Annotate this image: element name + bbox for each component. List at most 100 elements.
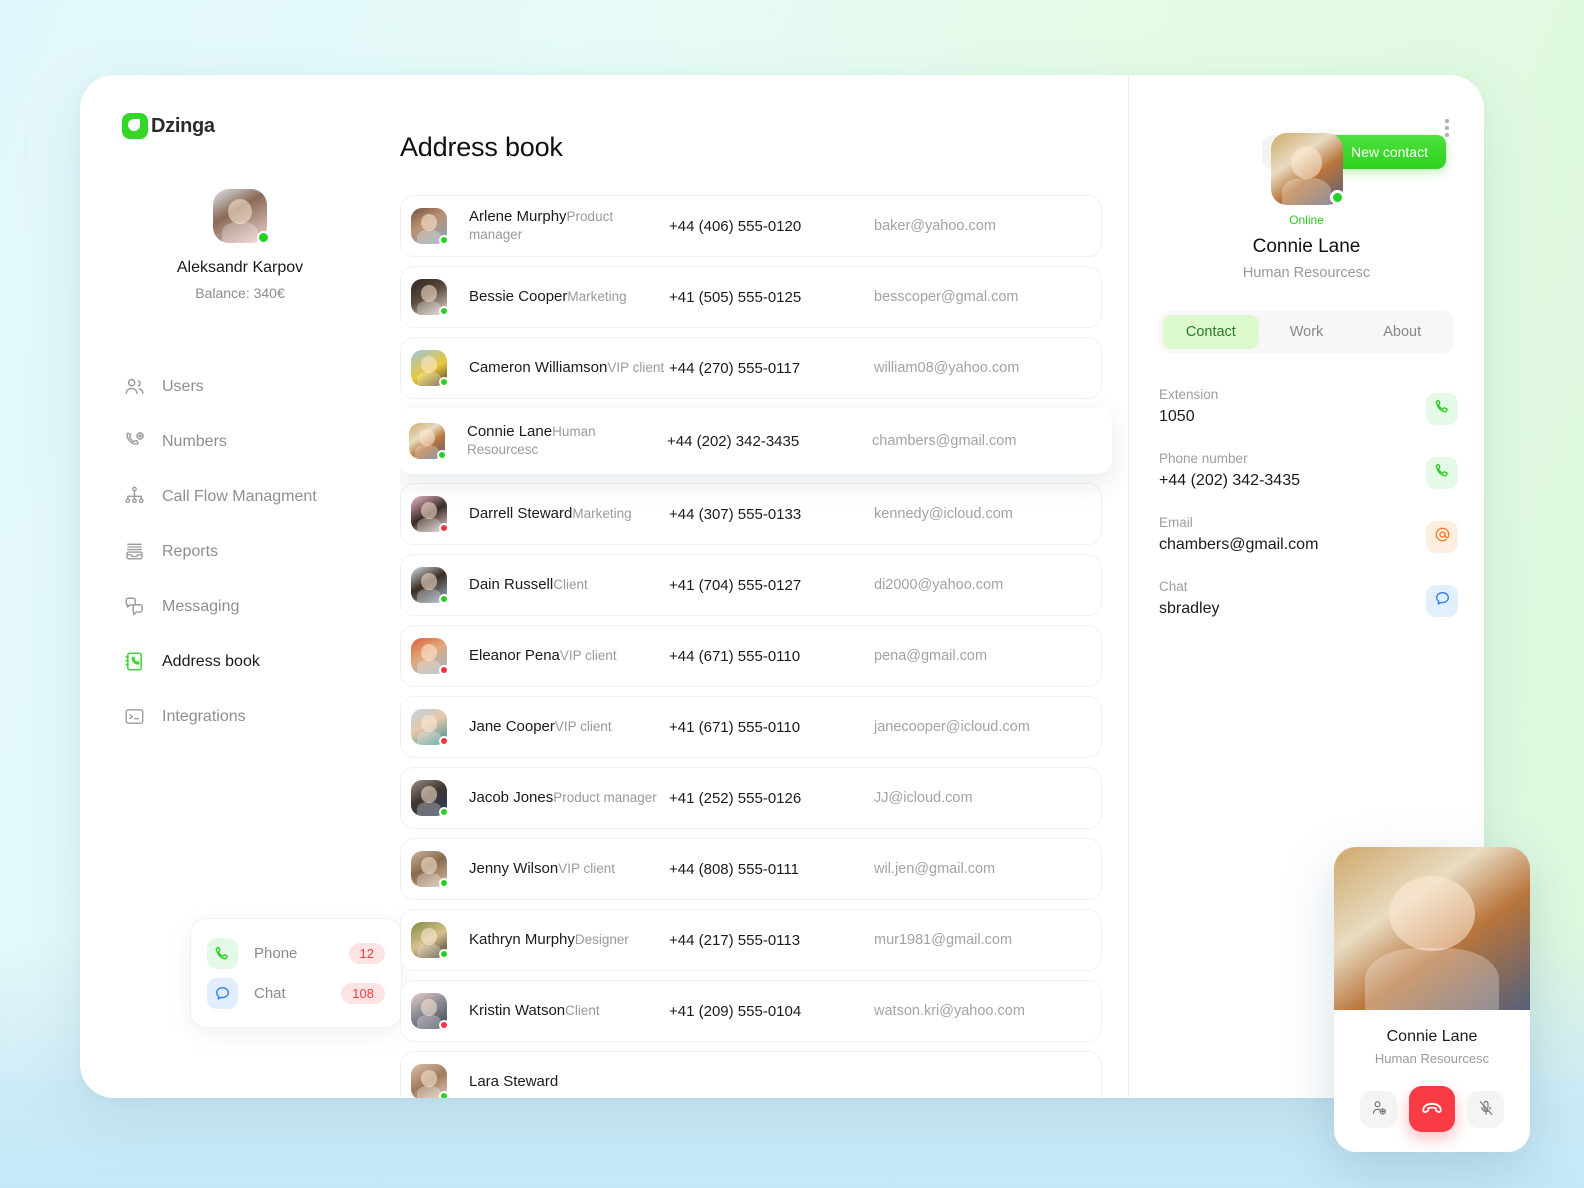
contact-role: VIP client [554, 718, 612, 734]
contact-role: Marketing [572, 505, 632, 521]
table-row[interactable]: Arlene MurphyProduct manager +44 (406) 5… [400, 195, 1102, 257]
field-chat: Chat sbradley [1159, 579, 1458, 618]
table-row[interactable]: Jenny WilsonVIP client +44 (808) 555-011… [400, 838, 1102, 900]
reports-icon [122, 540, 146, 564]
table-row[interactable]: Kristin WatsonClient +41 (209) 555-0104 … [400, 980, 1102, 1042]
contact-email: watson.kri@yahoo.com [874, 1003, 1025, 1019]
contact-name: Lara Steward [469, 1072, 559, 1090]
open-chat-button[interactable] [1426, 585, 1458, 617]
hangup-button[interactable] [1409, 1086, 1455, 1132]
table-row[interactable]: Jacob JonesProduct manager +41 (252) 555… [400, 767, 1102, 829]
table-row-selected[interactable]: Connie LaneHuman Resourcesc +44 (202) 34… [400, 408, 1112, 474]
call-extension-button[interactable] [1426, 393, 1458, 425]
hangup-icon [1420, 1096, 1444, 1123]
status-dot-online [439, 807, 449, 817]
contact-name: Cameron Williamson [469, 358, 608, 376]
caller-name: Connie Lane [1386, 1028, 1478, 1045]
sidebar-item-label: Address book [162, 652, 260, 670]
sidebar-item-label: Numbers [162, 432, 227, 450]
tab-contact[interactable]: Contact [1163, 315, 1259, 349]
app-logo[interactable]: Dzinga [80, 113, 400, 139]
contact-email: william08@yahoo.com [874, 360, 1020, 376]
contact-role: Client [565, 1002, 600, 1018]
contact-name: Dain Russell [469, 575, 554, 593]
avatar [411, 922, 449, 959]
contact-name: Eleanor Pena [469, 646, 560, 664]
contact-phone: +41 (209) 555-0104 [669, 1002, 802, 1020]
more-options-icon[interactable] [1436, 115, 1458, 141]
sidebar-item-users[interactable]: Users [80, 359, 400, 414]
quick-channel-phone[interactable]: Phone 12 [207, 933, 385, 973]
call-phone-button[interactable] [1426, 457, 1458, 489]
contact-role: Designer [574, 931, 629, 947]
contact-name: Jacob Jones [469, 788, 554, 806]
table-row[interactable]: Bessie CooperMarketing +41 (505) 555-012… [400, 266, 1102, 328]
avatar [411, 279, 449, 316]
field-email: Email chambers@gmail.com [1159, 515, 1458, 554]
status-dot-online [437, 450, 447, 460]
contact-phone: +41 (704) 555-0127 [669, 576, 802, 594]
table-row[interactable]: Dain RussellClient +41 (704) 555-0127 di… [400, 554, 1102, 616]
quick-channel-chat[interactable]: Chat 108 [207, 973, 385, 1013]
user-profile: Aleksandr Karpov Balance: 340€ [80, 189, 400, 301]
table-row[interactable]: Cameron WilliamsonVIP client +44 (270) 5… [400, 337, 1102, 399]
table-row[interactable]: Jane CooperVIP client +41 (671) 555-0110… [400, 696, 1102, 758]
field-value: chambers@gmail.com [1159, 536, 1319, 553]
contact-role: VIP client [607, 359, 665, 375]
field-label: Email [1159, 515, 1193, 530]
avatar [411, 567, 449, 604]
phone-icon [207, 937, 238, 969]
sidebar-item-address-book[interactable]: Address book [80, 634, 400, 689]
contact-phone: +44 (217) 555-0113 [669, 931, 801, 949]
table-row[interactable]: Kathryn MurphyDesigner +44 (217) 555-011… [400, 909, 1102, 971]
add-participant-button[interactable] [1360, 1090, 1397, 1128]
mute-button[interactable] [1467, 1090, 1504, 1128]
avatar [411, 350, 449, 387]
avatar[interactable] [213, 189, 270, 244]
quick-channel-label: Chat [254, 984, 286, 1002]
avatar [411, 709, 449, 746]
table-row[interactable]: Lara Steward [400, 1051, 1102, 1098]
tab-work[interactable]: Work [1259, 315, 1355, 349]
sidebar: Dzinga Aleksandr Karpov Balance: 340€ Us… [80, 75, 402, 1098]
sidebar-item-messaging[interactable]: Messaging [80, 579, 400, 634]
active-call-card: Connie Lane Human Resourcesc [1334, 847, 1530, 1152]
status-dot-online [439, 949, 449, 959]
sidebar-item-numbers[interactable]: Numbers [80, 414, 400, 469]
contact-phone: +41 (252) 555-0126 [669, 789, 802, 807]
contact-phone: +44 (671) 555-0110 [669, 647, 801, 665]
field-value: +44 (202) 342-3435 [1159, 472, 1300, 489]
send-email-button[interactable] [1426, 521, 1458, 553]
status-dot-online [439, 1091, 449, 1098]
chat-icon [207, 977, 238, 1009]
sidebar-item-reports[interactable]: Reports [80, 524, 400, 579]
table-row[interactable]: Eleanor PenaVIP client +44 (671) 555-011… [400, 625, 1102, 687]
contact-role: VIP client [559, 647, 617, 663]
avatar[interactable] [1270, 133, 1345, 205]
detail-tabs: Contact Work About [1159, 311, 1454, 353]
contact-list[interactable]: Arlene Murphy Product manager +44 (406) 5… [400, 195, 1128, 1098]
status-dot-online [257, 231, 270, 244]
field-phone-number: Phone number +44 (202) 342-3435 [1159, 451, 1458, 490]
table-row[interactable]: Darrell StewardMarketing +44 (307) 555-0… [400, 483, 1102, 545]
contact-phone: +44 (406) 555-0120 [669, 217, 802, 235]
contact-name: Jenny Wilson [469, 859, 559, 877]
contact-role: VIP client [558, 860, 615, 876]
contact-phone: +44 (202) 342-3435 [667, 432, 800, 450]
page-header: Address book New contact [400, 75, 1446, 169]
person-add-icon [1370, 1099, 1388, 1120]
contact-email: kennedy@icloud.com [874, 506, 1013, 522]
contact-name: Connie Lane [467, 422, 553, 440]
contact-name: Kathryn Murphy [469, 930, 575, 948]
sidebar-item-label: Messaging [162, 597, 240, 615]
sidebar-item-integrations[interactable]: Integrations [80, 689, 400, 744]
status-dot-online [439, 594, 449, 604]
mic-off-icon [1477, 1099, 1495, 1120]
page-title: Address book [400, 132, 563, 162]
tab-about[interactable]: About [1354, 315, 1450, 349]
sidebar-item-call-flow-management[interactable]: Call Flow Managment [80, 469, 400, 524]
avatar [411, 1064, 449, 1098]
detail-fields: Extension 1050 Phone number +44 (202) 34… [1159, 387, 1458, 618]
avatar [411, 851, 449, 888]
avatar [409, 423, 447, 460]
